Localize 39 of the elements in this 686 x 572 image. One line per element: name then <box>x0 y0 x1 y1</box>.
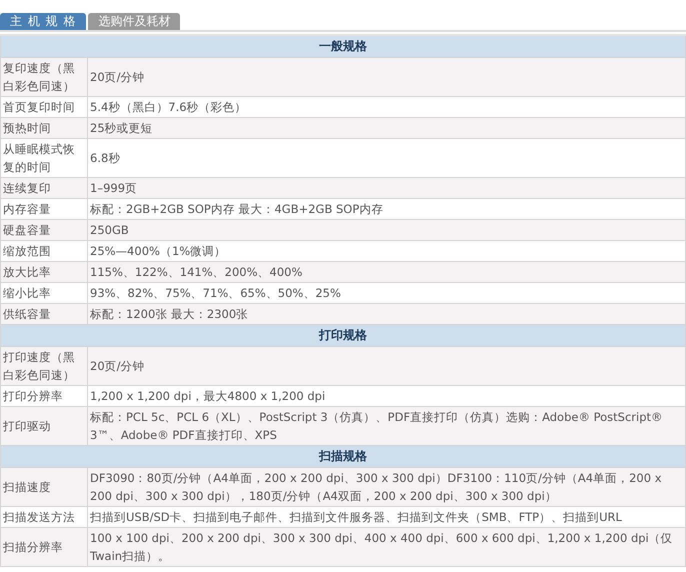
table-cell: 25秒或更短 <box>88 118 686 138</box>
tab[interactable]: 选购件及耗材 <box>88 13 180 30</box>
table-cell: 内存容量 <box>0 198 88 220</box>
table-cell: 放大比率 <box>0 262 88 282</box>
table-cell: 标配：PCL 5c、PCL 6（XL）、PostScript 3（仿真）、PDF直接打印（仿真）选购：Adobe® PostScript® 3™、Adobe® PDF直接打印、XPS <box>88 406 686 446</box>
table-cell: 打印驱动 <box>0 406 88 446</box>
table-cell: DF3090：80页/分钟（A4单面，200 x 200 dpi、300 x 300 dpi）DF3100：110页/分钟（A4单面，200 x 200 dpi、300 x 300 dpi），180页/分钟（A4双面，200 x 200 dpi、300 x 300 dpi） <box>88 468 686 506</box>
table-cell: 25%—400%（1%微调） <box>88 240 686 262</box>
table-cell: 扫描发送方法 <box>0 506 88 528</box>
table-cell: 首页复印时间 <box>0 96 88 118</box>
table-cell: 打印分辨率 <box>0 386 88 406</box>
table-cell: 1,200 x 1,200 dpi，最大4800 x 1,200 dpi <box>88 386 686 406</box>
section-header: 扫描规格 <box>0 446 686 468</box>
table-cell: 缩小比率 <box>0 282 88 304</box>
table-cell: 硬盘容量 <box>0 220 88 240</box>
table-cell: 预热时间 <box>0 118 88 138</box>
table-cell: 缩放范围 <box>0 240 88 262</box>
table-cell: 复印速度（黑白彩色同速） <box>0 58 88 96</box>
table-cell: 20页/分钟 <box>88 346 686 386</box>
table-cell: 5.4秒（黑白）7.6秒（彩色） <box>88 96 686 118</box>
table-cell: 打印速度（黑白彩色同速） <box>0 346 88 386</box>
table-cell: 250GB <box>88 220 686 240</box>
table-cell: 115%、122%、141%、200%、400% <box>88 262 686 282</box>
table-cell: 扫描到USB/SD卡、扫描到电子邮件、扫描到文件服务器、扫描到文件夹（SMB、FTP）、扫描到URL <box>88 506 686 528</box>
table-cell: 20页/分钟 <box>88 58 686 96</box>
table-cell: 供纸容量 <box>0 304 88 324</box>
section-header: 一般规格 <box>0 35 686 58</box>
section-header: 打印规格 <box>0 324 686 346</box>
table-cell: 扫描分辨率 <box>0 528 88 566</box>
table-cell: 从睡眠模式恢复的时间 <box>0 138 88 178</box>
table-cell: 扫描速度 <box>0 468 88 506</box>
table-cell: 1–999页 <box>88 178 686 198</box>
table-cell: 6.8秒 <box>88 138 686 178</box>
table-cell: 93%、82%、75%、71%、65%、50%、25% <box>88 282 686 304</box>
table-cell: 标配：1200张 最大：2300张 <box>88 304 686 324</box>
table-cell: 标配：2GB+2GB SOP内存 最大：4GB+2GB SOP内存 <box>88 198 686 220</box>
table-cell: 100 x 100 dpi、200 x 200 dpi、300 x 300 dpi、400 x 400 dpi、600 x 600 dpi、1,200 x 1,200 dpi（仅Twain扫描）。 <box>88 528 686 566</box>
tab[interactable]: 主 机 规 格 <box>0 13 86 30</box>
table-cell: 连续复印 <box>0 178 88 198</box>
